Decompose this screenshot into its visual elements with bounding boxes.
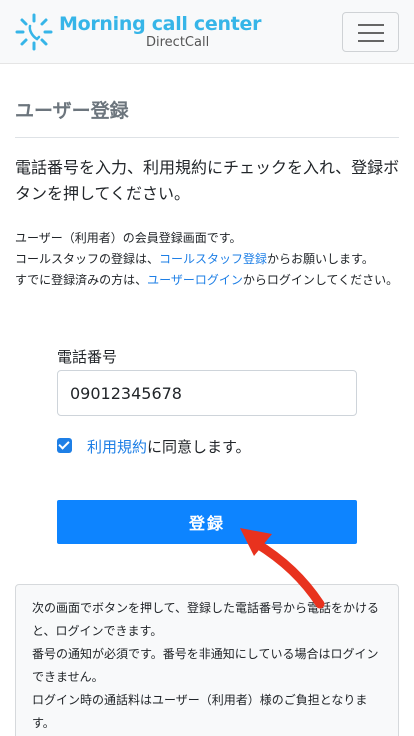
notice-box: 次の画面でボタンを押して、登録した電話番号から電話をかけると、ログインできます。… — [15, 584, 399, 736]
terms-link[interactable]: 利用規約 — [87, 438, 147, 456]
annotation-arrow-icon — [240, 528, 325, 609]
notice-line: ログイン時の通話料はユーザー（利用者）様のご負担となります。 — [32, 693, 368, 730]
user-login-link[interactable]: ユーザーログイン — [147, 273, 243, 287]
agree-checkbox[interactable] — [57, 438, 72, 453]
phone-label: 電話番号 — [57, 348, 118, 366]
brand-subtitle: DirectCall — [146, 35, 210, 50]
phone-input[interactable] — [57, 370, 357, 416]
staff-register-link[interactable]: コールスタッフ登録 — [159, 252, 267, 266]
notice-line: 番号の通知が必須です。番号を非通知にしている場合はログインできません。 — [32, 647, 379, 684]
info-line: コールスタッフの登録は、コールスタッフ登録からお願いします。 — [15, 252, 374, 266]
hamburger-icon — [358, 24, 384, 26]
menu-toggle-button[interactable] — [342, 12, 399, 52]
info-line: ユーザー（利用者）の会員登録画面です。 — [15, 231, 242, 245]
info-text: ユーザー（利用者）の会員登録画面です。 コールスタッフの登録は、コールスタッフ登… — [15, 228, 409, 291]
navbar: Morning call center DirectCall — [0, 0, 414, 64]
brand-title: Morning call center — [59, 13, 262, 35]
title-divider — [15, 137, 399, 138]
page-title: ユーザー登録 — [15, 100, 129, 122]
phone-logo-icon — [15, 13, 53, 51]
agree-label: 利用規約に同意します。 — [87, 438, 251, 456]
lead-text: 電話番号を入力、利用規約にチェックを入れ、登録ボタンを押してください。 — [15, 158, 400, 203]
info-line: すでに登録済みの方は、ユーザーログインからログインしてください。 — [15, 273, 399, 287]
